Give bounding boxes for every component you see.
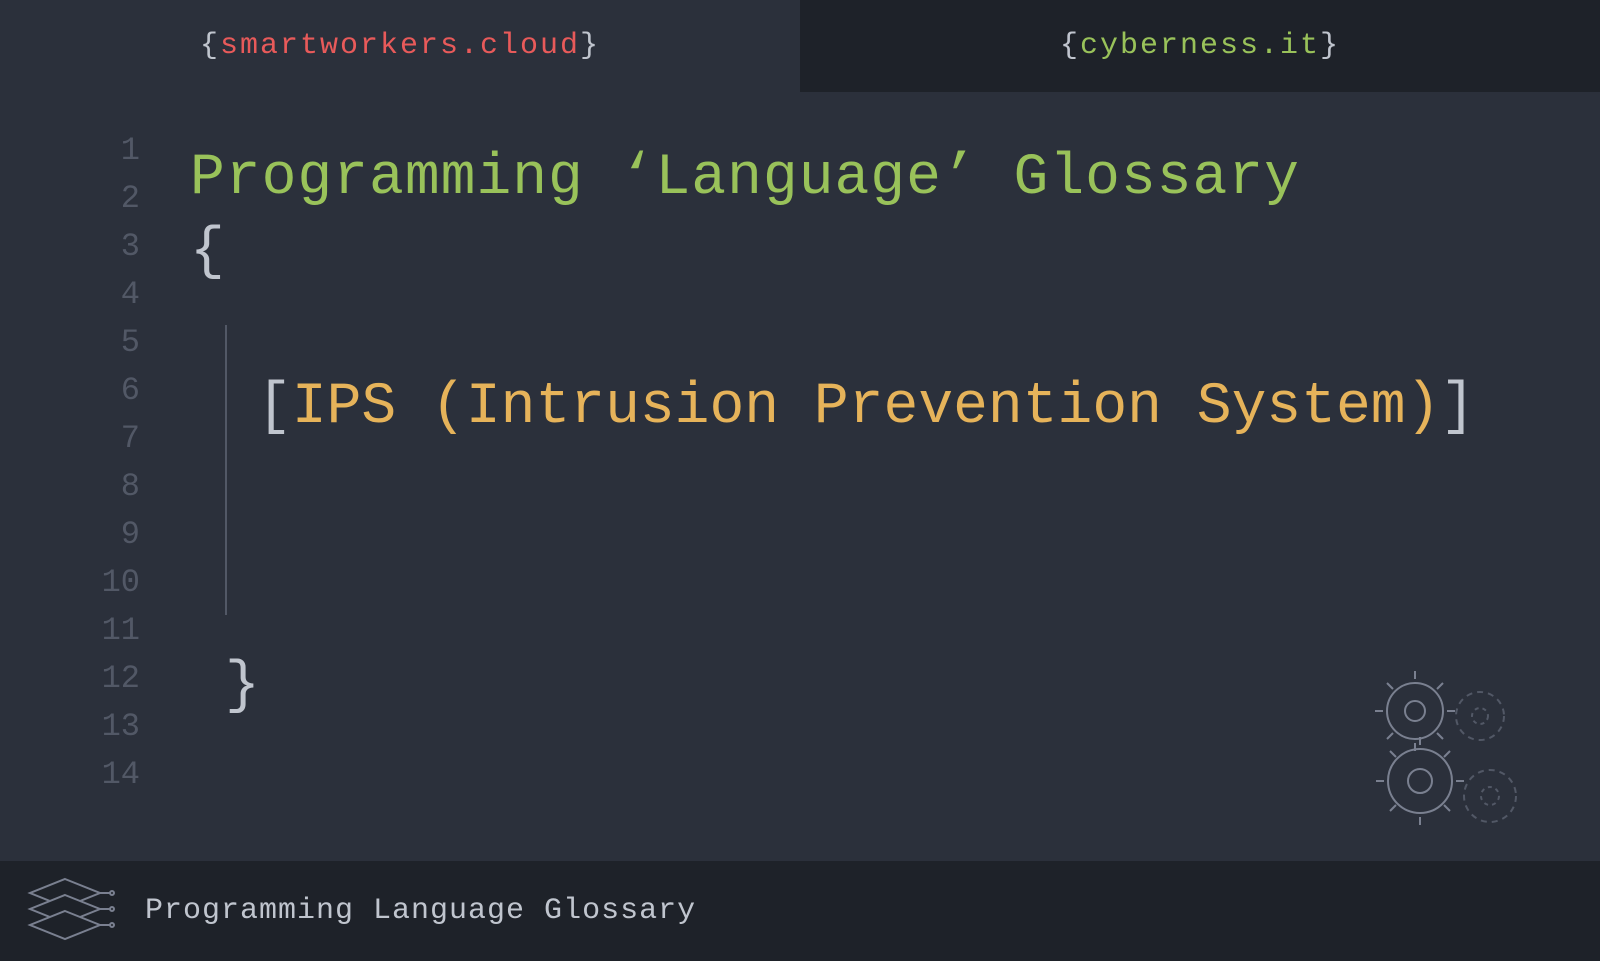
line-number: 8: [90, 463, 140, 511]
line-number: 14: [90, 751, 140, 799]
line-number: 6: [90, 367, 140, 415]
footer: Programming Language Glossary: [0, 861, 1600, 961]
line-number: 2: [90, 175, 140, 223]
brace-close: }: [1320, 29, 1340, 63]
line-number: 11: [90, 607, 140, 655]
bracket-close: ]: [1440, 375, 1475, 440]
bracket-open: [: [257, 375, 292, 440]
code-editor: 1 2 3 4 5 6 7 8 9 10 11 12 13 14 Program…: [0, 92, 1600, 861]
line-number: 12: [90, 655, 140, 703]
footer-title: Programming Language Glossary: [145, 894, 696, 928]
brace-open: {: [1060, 29, 1080, 63]
line-number: 5: [90, 319, 140, 367]
line-number: 7: [90, 415, 140, 463]
header: {smartworkers.cloud} {cyberness.it}: [0, 0, 1600, 92]
tab-smartworkers[interactable]: {smartworkers.cloud}: [0, 0, 800, 92]
line-number: 3: [90, 223, 140, 271]
brace-close: }: [580, 29, 600, 63]
domain-text: smartworkers.cloud: [220, 29, 580, 63]
tab-cyberness[interactable]: {cyberness.it}: [800, 0, 1600, 92]
line-number: 1: [90, 127, 140, 175]
term-block: [IPS (Intrusion Prevention System)]: [225, 325, 1600, 615]
layers-icon: [20, 871, 120, 951]
line-number: 10: [90, 559, 140, 607]
gears-icon: [1360, 661, 1540, 841]
domain-text: cyberness.it: [1080, 29, 1320, 63]
line-number: 9: [90, 511, 140, 559]
indent-guide: [225, 325, 227, 615]
glossary-term: [IPS (Intrusion Prevention System)]: [257, 325, 1475, 615]
code-open-brace: {: [190, 221, 1600, 285]
page-title: Programming ‘Language’ Glossary: [190, 147, 1600, 211]
line-number: 13: [90, 703, 140, 751]
term-text: IPS (Intrusion Prevention System): [292, 375, 1441, 440]
brace-open: {: [200, 29, 220, 63]
line-number: 4: [90, 271, 140, 319]
code-content: Programming ‘Language’ Glossary { [IPS (…: [190, 127, 1600, 718]
line-number-gutter: 1 2 3 4 5 6 7 8 9 10 11 12 13 14: [90, 127, 140, 799]
